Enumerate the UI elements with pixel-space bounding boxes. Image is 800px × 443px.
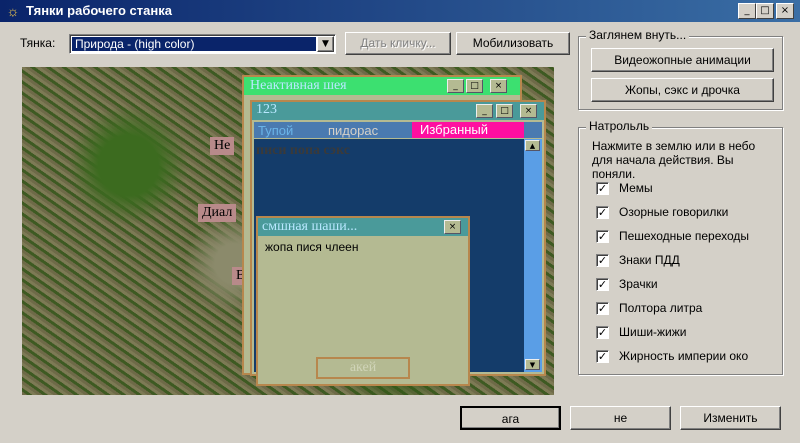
funny-text: жопа пися члеен xyxy=(265,240,359,254)
checkbox[interactable]: ✓ xyxy=(596,302,609,315)
checkbox[interactable]: ✓ xyxy=(596,350,609,363)
checkbox-label: Озорные говорилки xyxy=(619,205,729,219)
look-inside-title: Заглянем внуть... xyxy=(586,28,690,42)
sex-button[interactable]: Жопы, сэкс и дрочка xyxy=(591,78,774,102)
close-icon: × xyxy=(520,104,537,118)
app-icon: ☼ xyxy=(6,3,20,19)
funny-title: смшная шаши... xyxy=(262,219,358,234)
ok-button[interactable]: ага xyxy=(460,406,561,430)
close-icon[interactable]: × xyxy=(776,3,794,19)
window-123-title: 123 xyxy=(256,102,277,117)
mobilize-button[interactable]: Мобилизовать xyxy=(456,32,570,55)
checkbox[interactable]: ✓ xyxy=(596,206,609,219)
natrolle-title: Натрольль xyxy=(586,119,653,133)
window-123-text: писи попа сэкс xyxy=(256,143,350,158)
checkbox-label: Жирность империи око xyxy=(619,349,749,363)
maximize-icon: □ xyxy=(466,79,483,93)
funny-window: смшная шаши... × жопа пися члеен акей xyxy=(256,216,470,386)
dialog-window: ☼ Тянки рабочего станка _ □ × Тянка: При… xyxy=(0,0,800,443)
scroll-down-icon: ▼ xyxy=(525,359,540,370)
minimize-icon[interactable]: _ xyxy=(738,3,756,19)
checkbox-label: Пешеходные переходы xyxy=(619,229,750,243)
checkbox-label: Зрачки xyxy=(619,277,658,291)
scroll-up-icon: ▲ xyxy=(525,140,540,151)
preview-tag: Не xyxy=(210,137,235,155)
wallpaper-preview[interactable]: Не Диал В Неактивная шея _ □ × 123 _ □ ×… xyxy=(22,67,554,395)
maximize-icon: □ xyxy=(496,104,513,118)
tab-tupoy: Тупой xyxy=(258,123,294,138)
checkbox-label: Мемы xyxy=(619,181,653,195)
checkbox[interactable]: ✓ xyxy=(596,326,609,339)
title-bar[interactable]: ☼ Тянки рабочего станка _ □ × xyxy=(0,0,800,22)
inactive-titlebar: Неактивная шея _ □ × xyxy=(244,77,520,95)
tab-strip: Тупой пидорас Избранный xyxy=(254,122,542,138)
checkbox-label: Полтора литра xyxy=(619,301,703,315)
inactive-title: Неактивная шея xyxy=(250,78,347,93)
tab-izbranny: Избранный xyxy=(412,122,524,138)
checkbox[interactable]: ✓ xyxy=(596,230,609,243)
window-title: Тянки рабочего станка xyxy=(26,3,172,18)
minimize-icon: _ xyxy=(447,79,464,93)
funny-titlebar: смшная шаши... × xyxy=(258,218,468,236)
tyanka-select[interactable]: Природа - (high color) ▼ xyxy=(69,34,336,54)
video-animations-button[interactable]: Видеожопные анимации xyxy=(591,48,774,72)
window-123-titlebar: 123 _ □ × xyxy=(252,102,544,120)
close-icon: × xyxy=(490,79,507,93)
chevron-down-icon[interactable]: ▼ xyxy=(317,36,334,52)
tab-pidoras: пидорас xyxy=(328,123,379,138)
minimize-icon: _ xyxy=(476,104,493,118)
preview-tag: Диал xyxy=(198,204,237,222)
checkbox[interactable]: ✓ xyxy=(596,278,609,291)
tyanka-label: Тянка: xyxy=(20,36,56,50)
no-button[interactable]: не xyxy=(570,406,671,430)
scrollbar: ▲ ▼ xyxy=(524,139,542,372)
checkbox[interactable]: ✓ xyxy=(596,182,609,195)
checkbox[interactable]: ✓ xyxy=(596,254,609,267)
checkbox-label: Знаки ПДД xyxy=(619,253,680,267)
give-name-button[interactable]: Дать кличку... xyxy=(345,32,451,55)
maximize-icon[interactable]: □ xyxy=(756,3,774,19)
close-icon: × xyxy=(444,220,461,234)
akey-button: акей xyxy=(316,357,410,379)
change-button[interactable]: Изменить xyxy=(680,406,781,430)
checkbox-label: Шиши-жижи xyxy=(619,325,687,339)
natrolle-hint: Нажмите в землю или в небо для начала де… xyxy=(592,139,756,181)
tyanka-selected-value: Природа - (high color) xyxy=(72,37,316,51)
